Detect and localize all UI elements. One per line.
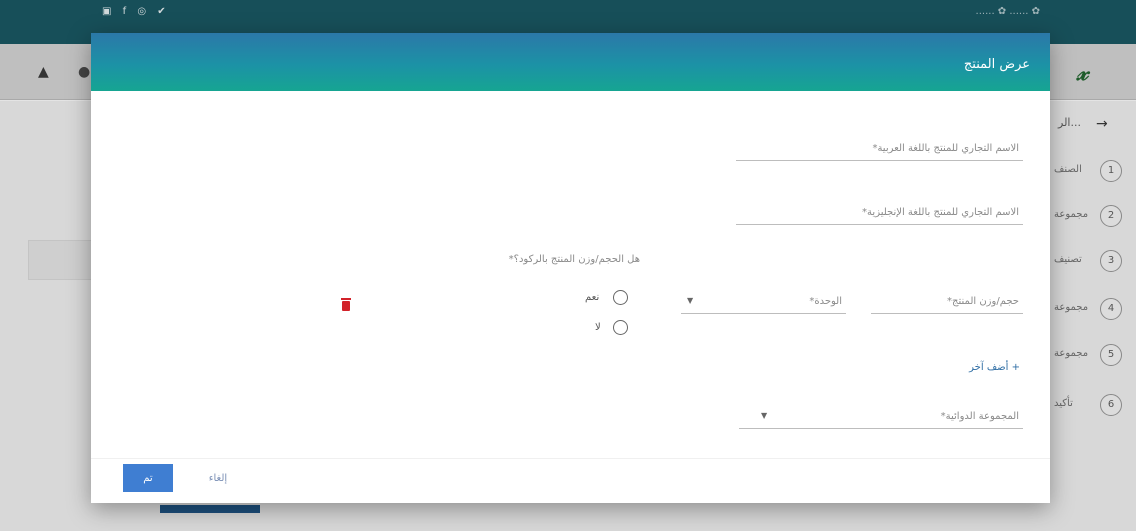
unit-placeholder: الوحدة* <box>809 296 842 307</box>
step-label: مجموعة <box>1054 348 1089 359</box>
pharma-group-placeholder: المجموعة الدوائية* <box>940 411 1019 422</box>
step-label: تصنيف <box>1054 254 1082 265</box>
modal-title: عرض المنتج <box>963 57 1030 72</box>
language-switcher[interactable]: ...... ✿ ...... ✿ <box>976 6 1040 17</box>
pharma-group-select[interactable]: المجموعة الدوائية* ▼ <box>739 401 1023 429</box>
step-label: مجموعة <box>1054 209 1089 220</box>
size-field[interactable]: حجم/وزن المنتج* <box>871 286 1023 314</box>
step-item[interactable]: مجموعة 2 <box>1050 205 1136 229</box>
chevron-down-icon: ▼ <box>761 411 768 420</box>
trade-name-en-field[interactable]: الاسم التجاري للمنتج باللغة الإنجليزية* <box>736 197 1023 225</box>
modal-footer: تم إلغاء <box>91 458 1050 503</box>
radio-yes[interactable]: نعم <box>561 288 631 308</box>
radio-no-circle[interactable] <box>613 320 628 335</box>
chevron-down-icon: ▼ <box>687 296 694 305</box>
settings-icon[interactable]: ● <box>78 64 90 80</box>
cancel-button[interactable]: إلغاء <box>193 464 243 492</box>
step-label: الصنف <box>1054 164 1082 175</box>
trade-name-ar-placeholder: الاسم التجاري للمنتج باللغة العربية* <box>872 143 1019 154</box>
step-item[interactable]: مجموعة 4 <box>1050 298 1136 322</box>
barcode-question-label: هل الحجم/وزن المنتج بالركود؟* <box>508 254 640 265</box>
background-card <box>28 240 98 280</box>
unit-select[interactable]: الوحدة* ▼ <box>681 286 846 314</box>
add-more-link[interactable]: + أضف آخر <box>969 362 1020 373</box>
step-number: 4 <box>1100 298 1122 320</box>
modal-header: عرض المنتج <box>91 33 1050 91</box>
arrow-right-icon[interactable]: → <box>1096 116 1108 132</box>
person-icon[interactable]: ▲ <box>38 64 49 80</box>
trade-name-ar-field[interactable]: الاسم التجاري للمنتج باللغة العربية* <box>736 133 1023 161</box>
step-item[interactable]: تصنيف 3 <box>1050 250 1136 274</box>
product-view-modal: عرض المنتج الاسم التجاري للمنتج باللغة ا… <box>91 33 1050 503</box>
trade-name-en-placeholder: الاسم التجاري للمنتج باللغة الإنجليزية* <box>862 207 1019 218</box>
step-number: 1 <box>1100 160 1122 182</box>
step-item[interactable]: مجموعة 5 <box>1050 344 1136 368</box>
radio-no-label: لا <box>595 322 601 333</box>
step-number: 2 <box>1100 205 1122 227</box>
step-number: 3 <box>1100 250 1122 272</box>
radio-yes-label: نعم <box>585 292 600 303</box>
radio-yes-circle[interactable] <box>613 290 628 305</box>
steps-header: الر... <box>1058 116 1081 129</box>
step-number: 5 <box>1100 344 1122 366</box>
step-number: 6 <box>1100 394 1122 416</box>
radio-no[interactable]: لا <box>561 318 631 338</box>
background-button[interactable] <box>160 505 260 513</box>
size-placeholder: حجم/وزن المنتج* <box>947 296 1019 307</box>
step-item[interactable]: تأكيد 6 <box>1050 394 1136 418</box>
step-item[interactable]: الصنف 1 <box>1050 160 1136 184</box>
step-label: مجموعة <box>1054 302 1089 313</box>
confirm-button[interactable]: تم <box>123 464 173 492</box>
trash-icon[interactable] <box>341 298 351 311</box>
brand-logo: 𝓍 <box>1076 58 1088 86</box>
social-icons[interactable]: ▣ f ◎ ✔ <box>102 6 170 17</box>
step-label: تأكيد <box>1054 398 1073 409</box>
